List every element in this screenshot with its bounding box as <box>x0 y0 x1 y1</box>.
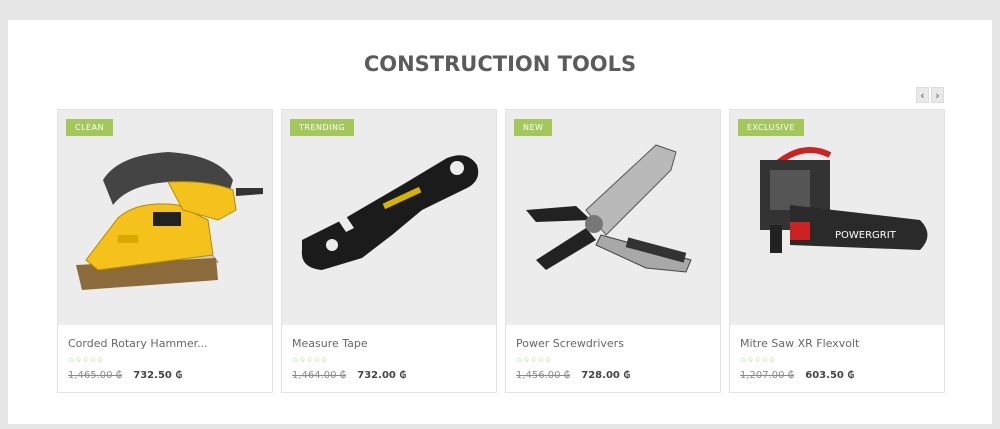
old-price: 1,464.00 ₲ <box>292 370 347 381</box>
rating-stars: ☆☆☆☆☆ <box>68 356 105 364</box>
product-image[interactable]: POWERGRIT EXCLUSIVE <box>730 110 944 325</box>
product-carousel: CLEAN Corded Rotary Hammer... ☆☆☆☆☆ 1,46… <box>57 109 945 394</box>
svg-text:POWERGRIT: POWERGRIT <box>835 230 897 241</box>
product-badge: TRENDING <box>290 119 355 136</box>
product-card[interactable]: NEW Power Screwdrivers ☆☆☆☆☆ 1,456.00 ₲ … <box>505 109 721 393</box>
product-card[interactable]: CLEAN Corded Rotary Hammer... ☆☆☆☆☆ 1,46… <box>57 109 273 393</box>
product-badge: CLEAN <box>66 119 114 136</box>
product-name[interactable]: Power Screwdrivers <box>516 337 624 350</box>
old-price: 1,465.00 ₲ <box>68 370 123 381</box>
chevron-right-icon: › <box>935 88 940 102</box>
price-block: 1,456.00 ₲ 728.00 ₲ <box>516 370 630 381</box>
current-price: 728.00 ₲ <box>581 370 631 381</box>
price-block: 1,465.00 ₲ 732.50 ₲ <box>68 370 182 381</box>
product-card[interactable]: POWERGRIT EXCLUSIVE Mitre Saw XR Flexvol… <box>729 109 945 393</box>
product-image[interactable]: TRENDING <box>282 110 496 325</box>
carousel-nav: ‹ › <box>916 87 944 103</box>
current-price: 603.50 ₲ <box>805 370 855 381</box>
power-cutter-saw-image: POWERGRIT <box>760 147 928 253</box>
product-badge: NEW <box>514 119 553 136</box>
product-image[interactable]: CLEAN <box>58 110 272 325</box>
product-name[interactable]: Corded Rotary Hammer... <box>68 337 208 350</box>
product-image[interactable]: NEW <box>506 110 720 325</box>
rating-stars: ☆☆☆☆☆ <box>516 356 553 364</box>
price-block: 1,464.00 ₲ 732.00 ₲ <box>292 370 406 381</box>
current-price: 732.00 ₲ <box>357 370 407 381</box>
product-card[interactable]: TRENDING Measure Tape ☆☆☆☆☆ 1,464.00 ₲ 7… <box>281 109 497 393</box>
multi-wrench-image <box>301 155 479 270</box>
rating-stars: ☆☆☆☆☆ <box>740 356 777 364</box>
carousel-prev-button[interactable]: ‹ <box>916 87 929 103</box>
multitool-pliers-image <box>526 144 692 273</box>
product-name[interactable]: Mitre Saw XR Flexvolt <box>740 337 859 350</box>
current-price: 732.50 ₲ <box>133 370 183 381</box>
old-price: 1,207.00 ₲ <box>740 370 795 381</box>
carousel-next-button[interactable]: › <box>931 87 944 103</box>
price-block: 1,207.00 ₲ 603.50 ₲ <box>740 370 854 381</box>
orbital-sander-image <box>76 152 263 290</box>
section-title: CONSTRUCTION TOOLS <box>363 52 637 76</box>
product-name[interactable]: Measure Tape <box>292 337 368 350</box>
chevron-left-icon: ‹ <box>920 88 925 102</box>
old-price: 1,456.00 ₲ <box>516 370 571 381</box>
product-badge: EXCLUSIVE <box>738 119 804 136</box>
rating-stars: ☆☆☆☆☆ <box>292 356 329 364</box>
